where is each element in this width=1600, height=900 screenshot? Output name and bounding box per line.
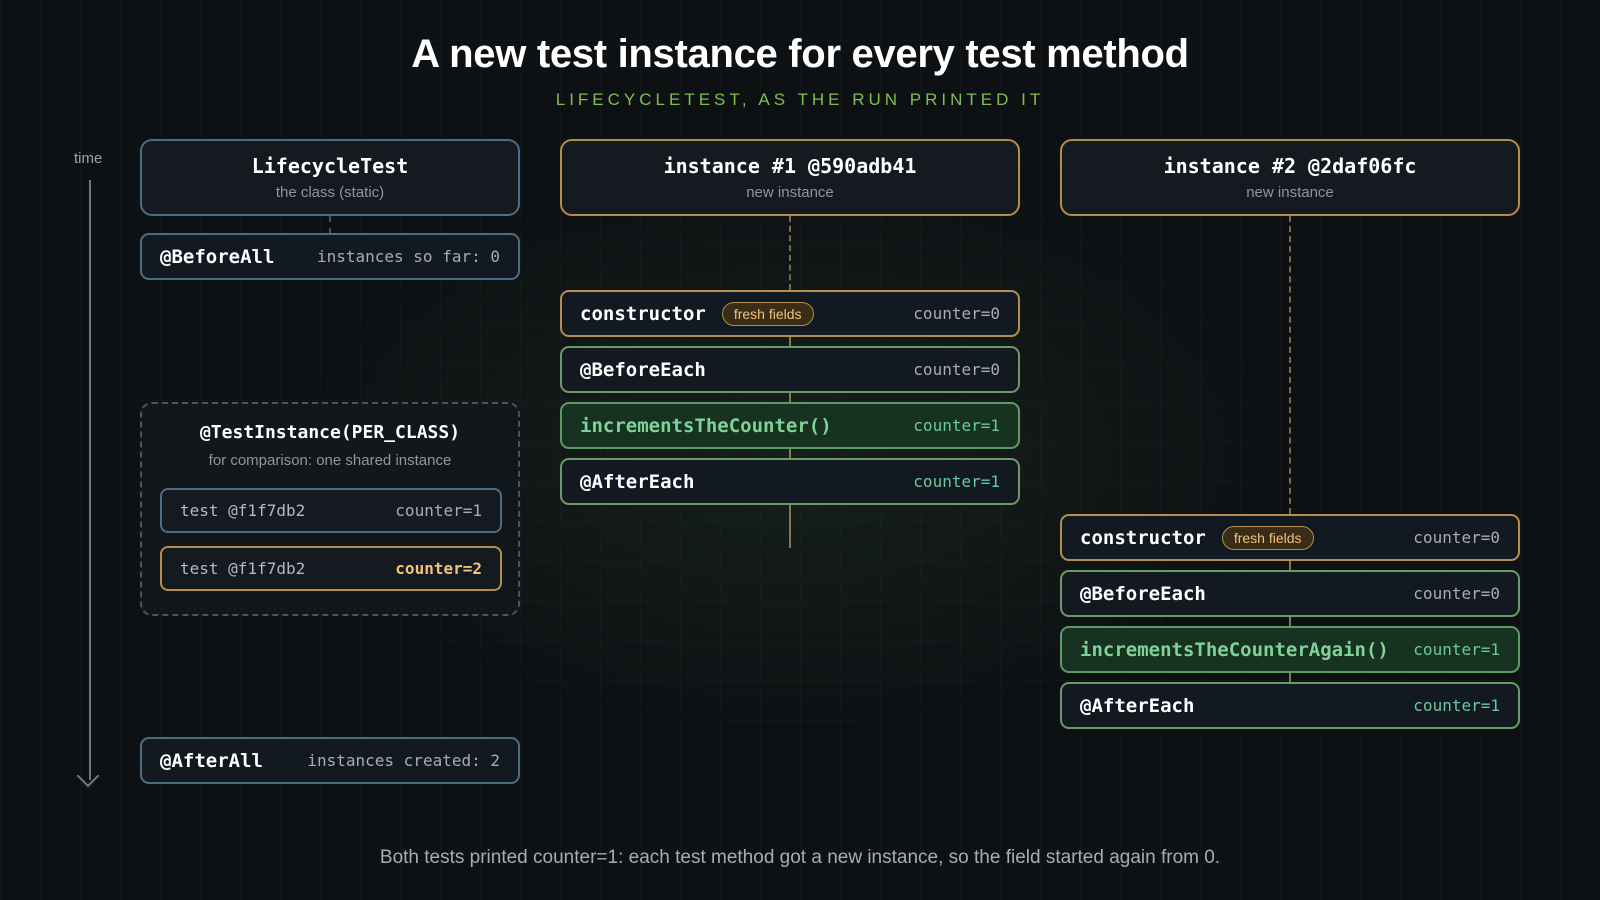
instance-2-header: instance #2 @2daf06fc new instance bbox=[1060, 139, 1520, 216]
class-connector bbox=[329, 216, 331, 234]
step-label: @BeforeEach bbox=[1080, 582, 1206, 605]
before-all-value: instances so far: 0 bbox=[316, 247, 500, 266]
diagram-title: A new test instance for every test metho… bbox=[411, 32, 1189, 76]
time-axis-line bbox=[89, 180, 91, 780]
step-value: counter=0 bbox=[913, 304, 1000, 323]
footnote: Both tests printed counter=1: each test … bbox=[379, 847, 1221, 868]
instance-1-constructor-row: constructor fresh fields counter=0 bbox=[560, 290, 1020, 337]
before-all-row: @BeforeAll instances so far: 0 bbox=[140, 233, 520, 280]
instance-2-test-method-row: incrementsTheCounterAgain() counter=1 bbox=[1060, 626, 1520, 673]
comparison-row-value: counter=1 bbox=[395, 501, 482, 520]
instance-2-title: instance #2 @2daf06fc bbox=[1163, 154, 1417, 178]
fresh-fields-badge: fresh fields bbox=[721, 301, 814, 326]
comparison-subtitle: for comparison: one shared instance bbox=[208, 452, 452, 469]
instance-2-before-each-row: @BeforeEach counter=0 bbox=[1060, 570, 1520, 617]
step-label: incrementsTheCounter() bbox=[580, 414, 832, 437]
comparison-row: test @f1f7db2 counter=2 bbox=[160, 546, 502, 591]
after-all-row: @AfterAll instances created: 2 bbox=[140, 737, 520, 784]
class-header-subtitle: the class (static) bbox=[275, 184, 385, 201]
comparison-row-label: test @f1f7db2 bbox=[180, 559, 306, 578]
step-label: @AfterEach bbox=[1080, 694, 1195, 717]
time-axis-arrow-icon bbox=[76, 764, 100, 788]
comparison-row-value-highlight: counter=2 bbox=[395, 559, 482, 578]
instance-1-connector bbox=[789, 216, 791, 290]
instance-2-subtitle: new instance bbox=[1246, 184, 1334, 201]
comparison-row-label: test @f1f7db2 bbox=[180, 501, 306, 520]
step-label: incrementsTheCounterAgain() bbox=[1080, 638, 1389, 661]
instance-2-after-each-row: @AfterEach counter=1 bbox=[1060, 682, 1520, 729]
after-all-value: instances created: 2 bbox=[307, 751, 500, 770]
comparison-title: @TestInstance(PER_CLASS) bbox=[199, 422, 461, 443]
instance-1-test-method-row: incrementsTheCounter() counter=1 bbox=[560, 402, 1020, 449]
fresh-fields-badge: fresh fields bbox=[1221, 525, 1314, 550]
step-value: counter=1 bbox=[913, 472, 1000, 491]
step-value: counter=1 bbox=[1413, 696, 1500, 715]
step-label: @BeforeEach bbox=[580, 358, 706, 381]
instance-1-title: instance #1 @590adb41 bbox=[663, 154, 917, 178]
step-value: counter=0 bbox=[1413, 584, 1500, 603]
instance-1-subtitle: new instance bbox=[746, 184, 834, 201]
class-header: LifecycleTest the class (static) bbox=[140, 139, 520, 216]
step-value: counter=0 bbox=[913, 360, 1000, 379]
instance-1-before-each-row: @BeforeEach counter=0 bbox=[560, 346, 1020, 393]
instance-1-after-each-row: @AfterEach counter=1 bbox=[560, 458, 1020, 505]
step-value: counter=1 bbox=[913, 416, 1000, 435]
time-axis-label: time bbox=[74, 150, 103, 167]
before-all-label: @BeforeAll bbox=[160, 245, 275, 268]
diagram-subtitle: LIFECYCLETEST, AS THE RUN PRINTED IT bbox=[555, 90, 1045, 109]
step-label: @AfterEach bbox=[580, 470, 695, 493]
step-value: counter=1 bbox=[1413, 640, 1500, 659]
step-value: counter=0 bbox=[1413, 528, 1500, 547]
instance-2-connector bbox=[1289, 216, 1291, 514]
step-label: constructor bbox=[580, 302, 706, 325]
per-class-comparison-box: @TestInstance(PER_CLASS) for comparison:… bbox=[140, 402, 520, 616]
instance-2-constructor-row: constructor fresh fields counter=0 bbox=[1060, 514, 1520, 561]
after-all-label: @AfterAll bbox=[160, 749, 263, 772]
class-header-title: LifecycleTest bbox=[251, 154, 409, 178]
instance-1-header: instance #1 @590adb41 new instance bbox=[560, 139, 1020, 216]
step-label: constructor bbox=[1080, 526, 1206, 549]
comparison-row: test @f1f7db2 counter=1 bbox=[160, 488, 502, 533]
